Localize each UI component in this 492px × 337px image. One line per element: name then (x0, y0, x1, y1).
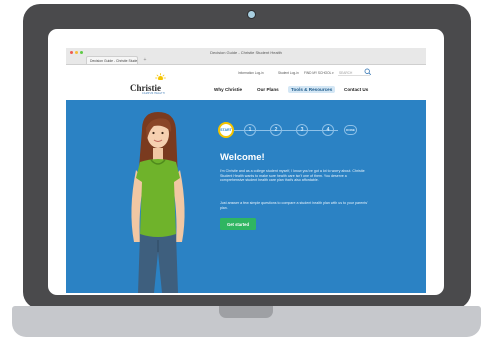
nav-our-plans[interactable]: Our Plans (257, 87, 279, 92)
browser-window: Decision Guide - Christie Student Health… (66, 48, 426, 293)
step-2[interactable]: 2 (270, 124, 282, 136)
get-started-button[interactable]: Get started (220, 218, 256, 230)
nav-why-christie[interactable]: Why Christie (214, 87, 242, 92)
sun-logo-icon (155, 73, 166, 80)
wizard-progress: START 1 2 3 4 DONE (218, 122, 368, 138)
laptop-screen: Decision Guide - Christie Student Health… (48, 29, 444, 295)
step-3[interactable]: 3 (296, 124, 308, 136)
welcome-heading: Welcome! (220, 152, 265, 163)
search-icon[interactable] (364, 68, 372, 76)
new-tab-button[interactable]: + (142, 57, 148, 63)
step-done[interactable]: DONE (344, 125, 357, 135)
browser-tab[interactable]: Decision Guide - Christie Stude... (86, 56, 138, 64)
information-login-link[interactable]: Information Log-in (238, 71, 264, 75)
christie-illustration (131, 112, 185, 293)
search-placeholder: SEARCH (339, 71, 353, 75)
nav-tools-resources[interactable]: Tools & Resources (288, 86, 336, 93)
camera-icon (247, 10, 256, 19)
browser-titlebar: Decision Guide - Christie Student Health… (66, 48, 426, 65)
hero-section: START 1 2 3 4 DONE Welcome! I'm Christie… (66, 100, 426, 293)
step-start[interactable]: START (218, 122, 234, 138)
step-4[interactable]: 4 (322, 124, 334, 136)
laptop-base-notch (219, 306, 273, 318)
site-header: Christie CAMPUS HEALTH Information Log-i… (66, 65, 426, 100)
find-my-school-dropdown[interactable]: FIND MY SCHOOL ▾ (304, 71, 334, 75)
nav-contact-us[interactable]: Contact Us (344, 87, 368, 92)
instruction-paragraph: Just answer a few simple questions to co… (220, 201, 368, 210)
student-login-link[interactable]: Student Log-in (278, 71, 299, 75)
intro-paragraph: I'm Christie and as a college student my… (220, 169, 365, 183)
window-title: Decision Guide - Christie Student Health (210, 50, 282, 55)
logo-tagline: CAMPUS HEALTH (142, 92, 165, 95)
step-1[interactable]: 1 (244, 124, 256, 136)
